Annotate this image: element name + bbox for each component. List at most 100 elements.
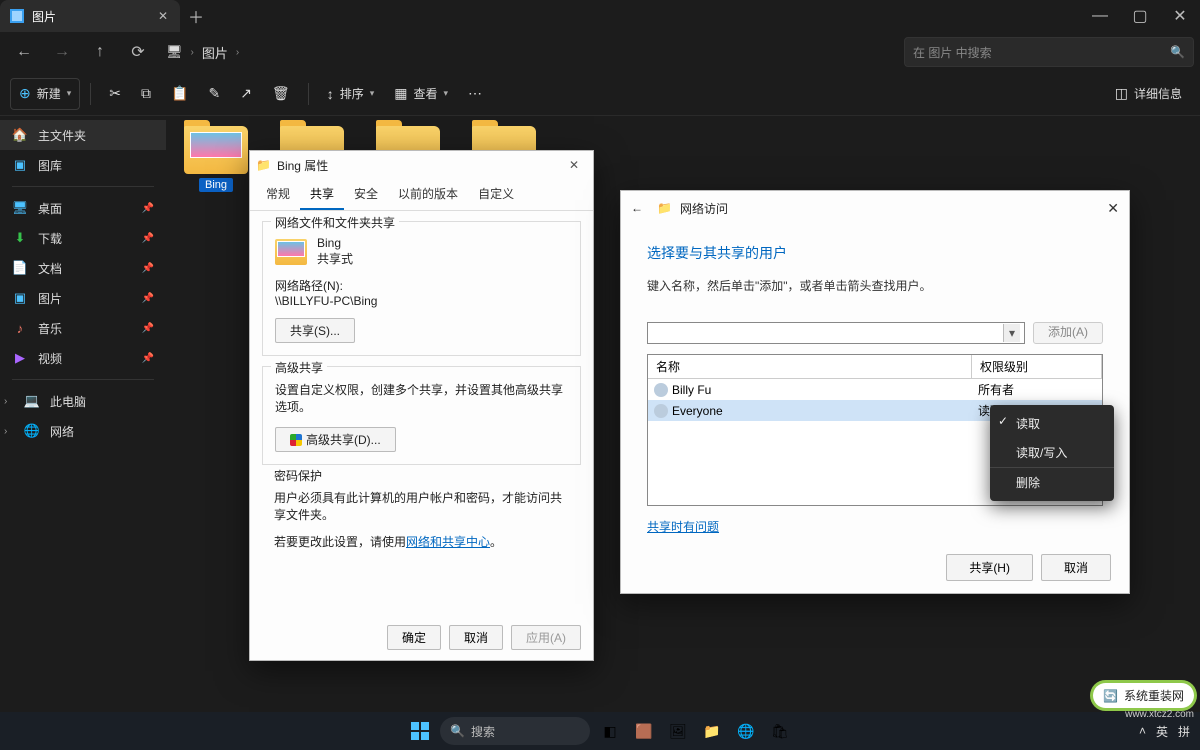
taskview-button[interactable]: ◧: [596, 717, 624, 745]
ime-mode[interactable]: 拼: [1178, 723, 1190, 740]
download-icon: ⬇: [12, 230, 28, 246]
sidebar-item-music[interactable]: ♪音乐📌: [0, 313, 166, 343]
dialog-subtitle: 网络访问: [680, 200, 728, 217]
titlebar: 图片 ✕ ＋ — ▢ ✕: [0, 0, 1200, 32]
column-permission[interactable]: 权限级别: [972, 355, 1102, 379]
rename-icon: ✎: [208, 85, 220, 102]
copy-button[interactable]: ⧉: [133, 78, 159, 110]
monitor-icon: 🖥: [166, 44, 183, 60]
details-pane-button[interactable]: ◫ 详细信息: [1107, 78, 1190, 110]
taskbar-search[interactable]: 🔍搜索: [440, 717, 590, 745]
taskbar-edge[interactable]: 🌐: [732, 717, 760, 745]
video-icon: ▶: [12, 350, 28, 366]
close-icon[interactable]: ✕: [1107, 200, 1119, 217]
user-combobox[interactable]: [647, 322, 1025, 344]
add-button[interactable]: 添加(A): [1033, 322, 1103, 344]
dialog-titlebar[interactable]: 📁 Bing 属性 ✕: [250, 151, 593, 179]
tab-general[interactable]: 常规: [256, 179, 300, 210]
close-window-button[interactable]: ✕: [1160, 0, 1200, 32]
tray-chevron-icon[interactable]: ˄: [1139, 724, 1146, 738]
back-icon[interactable]: ←: [631, 201, 643, 215]
breadcrumb[interactable]: 🖥 › 图片 ›: [158, 43, 247, 62]
delete-button[interactable]: 🗑: [264, 78, 298, 110]
breadcrumb-item[interactable]: 图片: [202, 43, 228, 62]
sharing-issues-link[interactable]: 共享时有问题: [647, 520, 719, 534]
network-share-icon: 📁: [657, 201, 672, 215]
search-placeholder: 在 图片 中搜索: [913, 44, 992, 61]
ok-button[interactable]: 确定: [387, 625, 441, 650]
column-name[interactable]: 名称: [648, 355, 972, 379]
view-button[interactable]: ▦ 查看 ▾: [386, 78, 456, 110]
menu-item-remove[interactable]: 删除: [990, 467, 1114, 497]
cancel-button[interactable]: 取消: [449, 625, 503, 650]
tab-sharing[interactable]: 共享: [300, 179, 344, 210]
search-input[interactable]: 在 图片 中搜索 🔍: [904, 37, 1194, 67]
taskbar-app[interactable]: 🟫: [630, 717, 658, 745]
taskbar-app[interactable]: 🖼: [664, 717, 692, 745]
maximize-button[interactable]: ▢: [1120, 0, 1160, 32]
menu-item-read[interactable]: ✓读取: [990, 409, 1114, 438]
cut-button[interactable]: ✂: [101, 78, 129, 110]
rename-button[interactable]: ✎: [200, 78, 228, 110]
sidebar-item-this-pc[interactable]: ›💻此电脑: [0, 386, 166, 416]
taskbar-explorer[interactable]: 📁: [698, 717, 726, 745]
share-button[interactable]: 共享(S)...: [275, 318, 355, 343]
sidebar-item-network[interactable]: ›🌐网络: [0, 416, 166, 446]
start-button[interactable]: [406, 717, 434, 745]
tab-security[interactable]: 安全: [344, 179, 388, 210]
apply-button[interactable]: 应用(A): [511, 625, 581, 650]
forward-button[interactable]: →: [44, 36, 80, 68]
person-row[interactable]: Billy Fu 所有者: [648, 379, 1102, 400]
sort-button[interactable]: ↕ 排序 ▾: [319, 78, 383, 110]
trash-icon: 🗑: [272, 85, 290, 102]
share-confirm-button[interactable]: 共享(H): [946, 554, 1033, 581]
folder-label: Bing: [199, 178, 233, 192]
ime-indicator[interactable]: 英: [1156, 723, 1168, 740]
section-network-sharing: 网络文件和文件夹共享 Bing 共享式 网络路径(N): \\BILLYFU-P…: [262, 221, 581, 356]
close-icon[interactable]: ✕: [561, 158, 587, 172]
share-icon: ↗: [240, 85, 252, 102]
minimize-button[interactable]: —: [1080, 0, 1120, 32]
close-tab-icon[interactable]: ✕: [154, 9, 172, 23]
shared-folder-name: Bing: [317, 236, 353, 250]
person-icon: [654, 383, 668, 397]
pictures-icon: ▣: [12, 290, 28, 306]
folder-item-bing[interactable]: Bing: [174, 126, 258, 192]
more-button[interactable]: ⋯: [460, 78, 490, 110]
music-icon: ♪: [12, 320, 28, 336]
pin-icon: 📌: [142, 233, 154, 244]
sidebar-item-desktop[interactable]: 🖥桌面📌: [0, 193, 166, 223]
back-button[interactable]: ←: [6, 36, 42, 68]
sidebar-item-downloads[interactable]: ⬇下载📌: [0, 223, 166, 253]
advanced-share-button[interactable]: 高级共享(D)...: [275, 427, 396, 452]
add-tab-button[interactable]: ＋: [180, 0, 212, 32]
refresh-button[interactable]: ⟳: [120, 36, 156, 68]
chevron-down-icon: ▾: [444, 88, 449, 99]
advanced-desc: 设置自定义权限，创建多个共享，并设置其他高级共享选项。: [275, 381, 568, 415]
sidebar-item-videos[interactable]: ▶视频📌: [0, 343, 166, 373]
menu-item-readwrite[interactable]: 读取/写入: [990, 438, 1114, 467]
sidebar-item-documents[interactable]: 📄文档📌: [0, 253, 166, 283]
check-icon: ✓: [998, 414, 1008, 428]
properties-dialog: 📁 Bing 属性 ✕ 常规 共享 安全 以前的版本 自定义 网络文件和文件夹共…: [249, 150, 594, 661]
dialog-nav-bar: ← 📁 网络访问 ✕: [621, 191, 1129, 225]
pin-icon: 📌: [142, 203, 154, 214]
tab-customize[interactable]: 自定义: [468, 179, 524, 210]
paste-button[interactable]: 📋: [163, 78, 196, 110]
sidebar-item-gallery[interactable]: ▣图库: [0, 150, 166, 180]
cancel-button[interactable]: 取消: [1041, 554, 1111, 581]
pin-icon: 📌: [142, 263, 154, 274]
permission-context-menu: ✓读取 读取/写入 删除: [990, 405, 1114, 501]
pc-icon: 💻: [24, 393, 40, 409]
paste-icon: 📋: [171, 85, 188, 102]
taskbar-store[interactable]: 🛍: [766, 717, 794, 745]
share-button[interactable]: ↗: [232, 78, 260, 110]
new-button[interactable]: ⊕ 新建 ▾: [10, 78, 80, 110]
view-icon: ▦: [394, 85, 407, 102]
tab-pictures[interactable]: 图片 ✕: [0, 0, 180, 32]
network-center-link[interactable]: 网络和共享中心: [406, 535, 490, 549]
up-button[interactable]: ↑: [82, 36, 118, 68]
tab-previous-versions[interactable]: 以前的版本: [388, 179, 468, 210]
sidebar-item-home[interactable]: 🏠主文件夹: [0, 120, 166, 150]
sidebar-item-pictures[interactable]: ▣图片📌: [0, 283, 166, 313]
